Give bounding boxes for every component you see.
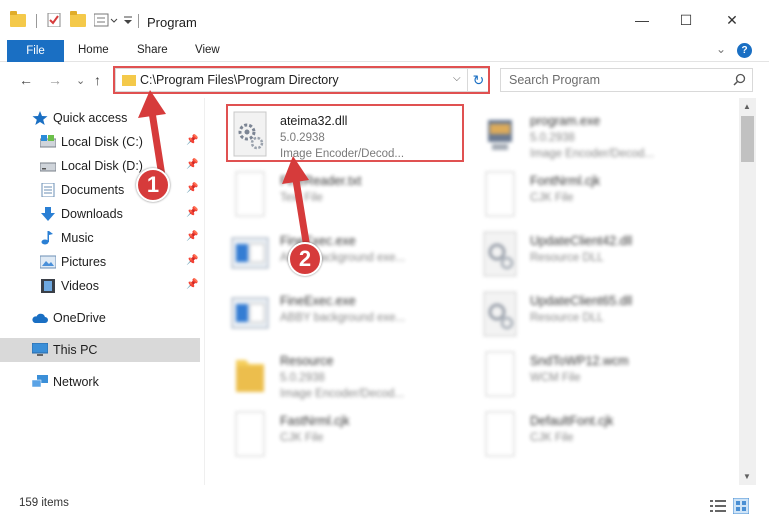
annotation-overlay [138,90,311,252]
step-2-badge: 2 [288,242,322,276]
step-1-badge: 1 [136,168,170,202]
arrow-1-icon [138,90,166,180]
arrow-2-icon [282,156,311,252]
